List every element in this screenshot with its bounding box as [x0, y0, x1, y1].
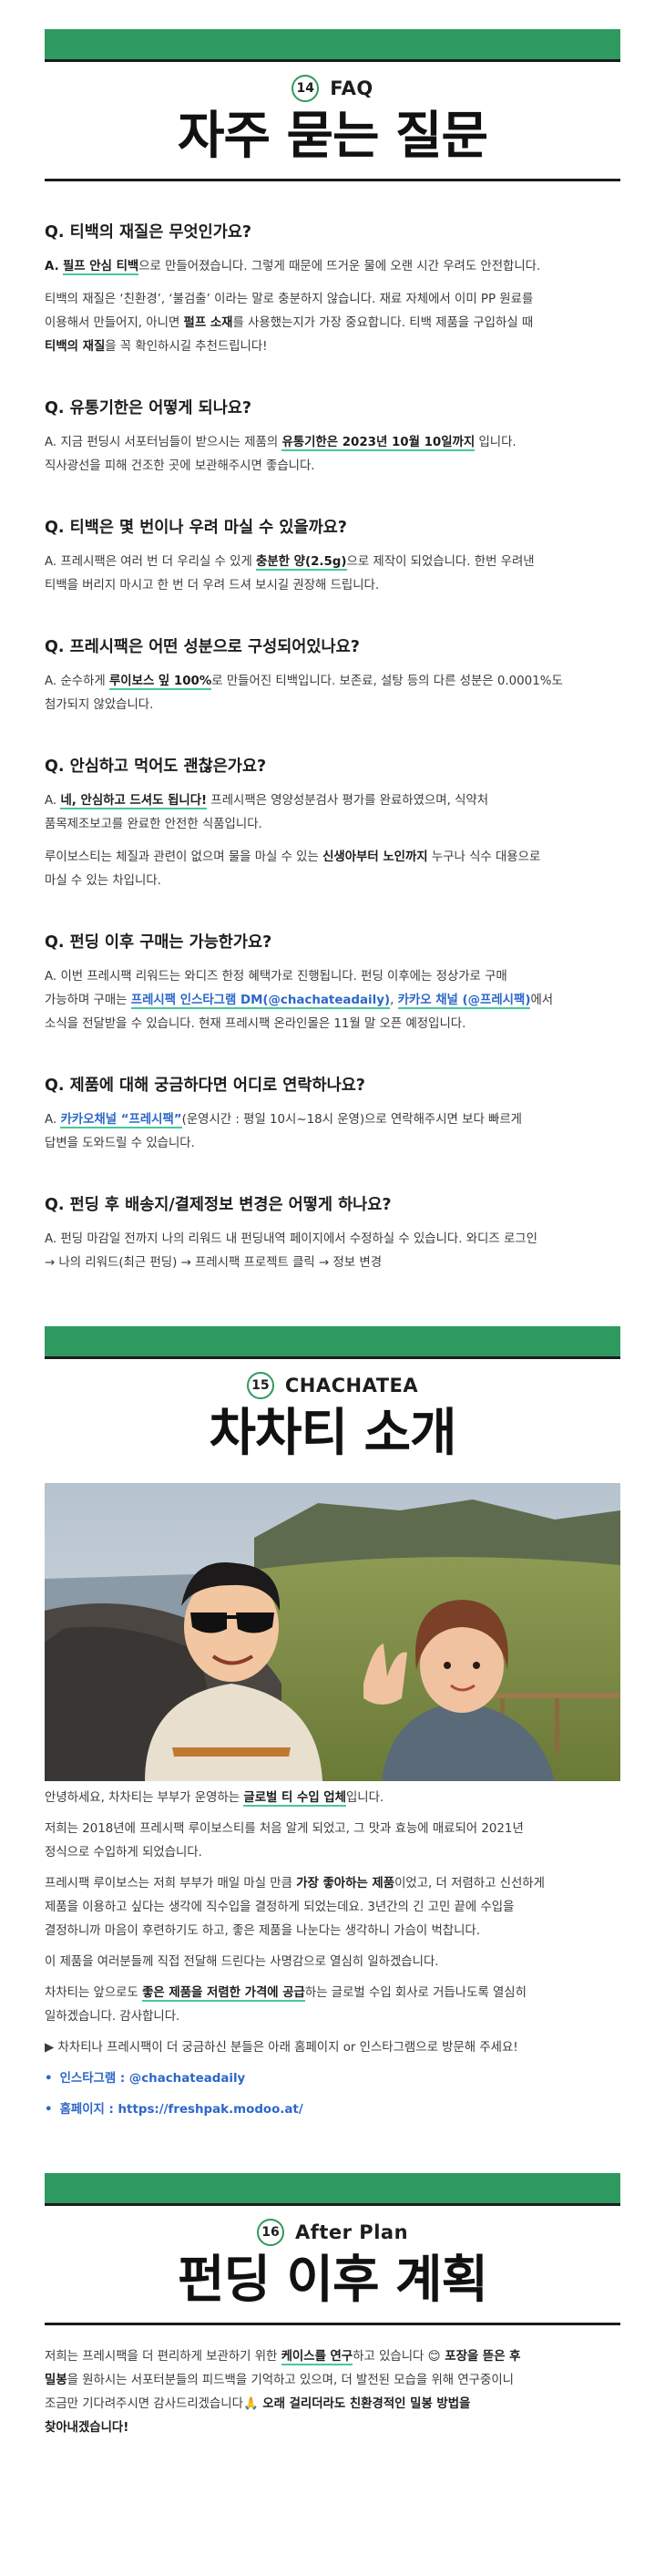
plan-header: 16 After Plan 펀딩 이후 계획 — [45, 2219, 620, 2306]
section-title: 차차티 소개 — [209, 1404, 456, 1463]
faq-answer: A. 펀딩 마감일 전까지 나의 리워드 내 펀딩내역 페이지에서 수정하실 수… — [45, 1232, 537, 1270]
section-divider-bar — [45, 1326, 620, 1359]
founders-photo — [45, 1483, 620, 1781]
faq-item-expiry: Q. 유통기한은 어떻게 되나요? A. 지금 펀딩시 서포터님들이 받으시는 … — [45, 396, 620, 479]
about-header: 15 CHACHATEA 차차티 소개 — [45, 1372, 620, 1459]
section-title: 자주 묻는 질문 — [177, 107, 488, 166]
section-kicker: CHACHATEA — [284, 1375, 419, 1396]
faq-question: Q. 티백의 재질은 무엇인가요? — [45, 223, 252, 242]
faq-answer: A. 지금 펀딩시 서포터님들이 받으시는 제품의 유통기한은 2023년 10… — [45, 436, 517, 473]
about-history: 저희는 2018년에 프레시팩 루이보스티를 처음 알게 되었고, 그 맛과 효… — [45, 1822, 524, 1860]
highlight-text: 필프 안심 티백 — [62, 260, 139, 275]
faq-item-shipping-change: Q. 펀딩 후 배송지/결제정보 변경은 어떻게 하나요? A. 펀딩 마감일 … — [45, 1192, 620, 1275]
faq-answer: A. 네, 안심하고 드셔도 됩니다! 프레시팩은 영양성분검사 평가를 완료하… — [45, 794, 489, 831]
about-mission: 이 제품을 여러분들께 직접 전달해 드린다는 사명감으로 열심히 일하겠습니다… — [45, 1955, 439, 1969]
section-number-badge: 14 — [292, 75, 320, 102]
faq-section: 14 FAQ 자주 묻는 질문 Q. 티백의 재질은 무엇인가요? A. 필프 … — [45, 0, 620, 1275]
founders-photo-image — [45, 1483, 620, 1781]
title-rule — [45, 2323, 620, 2325]
section-divider-bar — [45, 29, 620, 62]
section-number-badge: 15 — [246, 1372, 274, 1399]
instagram-link[interactable]: • 인스타그램 : @chachateadaily — [45, 2067, 620, 2091]
homepage-link[interactable]: • 홈페이지 : https://freshpak.modoo.at/ — [45, 2098, 620, 2122]
faq-answer-detail: 루이보스티는 체질과 관련이 없으며 물을 마실 수 있는 신생아부터 노인까지… — [45, 850, 541, 888]
faq-answer: A. 이번 프레시팩 리워드는 와디즈 한정 혜택가로 진행됩니다. 펀딩 이후… — [45, 970, 554, 1031]
faq-item-material: Q. 티백의 재질은 무엇인가요? A. 필프 안심 티백으로 만들어졌습니다.… — [45, 220, 620, 359]
about-body: 안녕하세요, 차차티는 부부가 운영하는 글로벌 티 수입 업체입니다. 저희는… — [45, 1787, 620, 2122]
faq-item-after-funding: Q. 펀딩 이후 구매는 가능한가요? A. 이번 프레시팩 리워드는 와디즈 … — [45, 930, 620, 1036]
about-section: 15 CHACHATEA 차차티 소개 안녕하세요, 차차티는 부부가 운영하는… — [45, 1275, 620, 2122]
kakao-channel-link[interactable]: 카카오채널 “프레시팩” — [60, 1113, 182, 1128]
plan-section: 16 After Plan 펀딩 이후 계획 저희는 프레시팩을 더 편리하게 … — [45, 2122, 620, 2440]
faq-answer: A. 필프 안심 티백으로 만들어졌습니다. 그렇게 때문에 뜨거운 물에 오랜… — [45, 260, 541, 275]
faq-item-brew-count: Q. 티백은 몇 번이나 우려 마실 수 있을까요? A. 프레시팩은 여러 번… — [45, 515, 620, 598]
section-divider-bar — [45, 2173, 620, 2206]
instagram-dm-link[interactable]: 프레시팩 인스타그램 DM(@chachateadaily) — [130, 994, 391, 1009]
pray-emoji-icon: 🙏 — [242, 2397, 259, 2411]
about-promise: 차차티는 앞으로도 좋은 제품을 저렴한 가격에 공급하는 글로벌 수입 회사로… — [45, 1986, 527, 2024]
section-number-badge: 16 — [256, 2219, 284, 2246]
about-story: 프레시팩 루이보스는 저희 부부가 매일 마실 만큼 가장 좋아하는 제품이었고… — [45, 1877, 545, 1938]
bullet-icon: • — [45, 2103, 53, 2117]
about-intro: 안녕하세요, 차차티는 부부가 운영하는 글로벌 티 수입 업체입니다. — [45, 1791, 384, 1807]
faq-item-safety: Q. 안심하고 먹어도 괜찮은가요? A. 네, 안심하고 드셔도 됩니다! 프… — [45, 754, 620, 893]
section-kicker: After Plan — [294, 2221, 409, 2243]
section-kicker: FAQ — [330, 77, 373, 99]
faq-answer: A. 카카오채널 “프레시팩”(운영시간 : 평일 10시~18시 운영)으로 … — [45, 1113, 522, 1150]
faq-question: Q. 티백은 몇 번이나 우려 마실 수 있을까요? — [45, 519, 347, 537]
section-title: 펀딩 이후 계획 — [177, 2251, 488, 2310]
bullet-icon: • — [45, 2072, 53, 2086]
faq-answer-detail: 티백의 재질은 ‘친환경’, ‘불검출’ 이라는 말로 충분하지 않습니다. 재… — [45, 293, 534, 354]
faq-question: Q. 안심하고 먹어도 괜찮은가요? — [45, 757, 267, 776]
faq-question: Q. 프레시팩은 어떤 성분으로 구성되어있나요? — [45, 638, 360, 656]
title-rule — [45, 179, 620, 181]
faq-item-contact: Q. 제품에 대해 궁금하다면 어디로 연락하나요? A. 카카오채널 “프레시… — [45, 1073, 620, 1156]
about-visit-cta: ▶ 차차티나 프레시팩이 더 궁금하신 분들은 아래 홈페이지 or 인스타그램… — [45, 2041, 518, 2055]
faq-question: Q. 유통기한은 어떻게 되나요? — [45, 399, 252, 417]
faq-question: Q. 펀딩 이후 구매는 가능한가요? — [45, 933, 272, 952]
faq-question: Q. 제품에 대해 궁금하다면 어디로 연락하나요? — [45, 1077, 365, 1095]
faq-header: 14 FAQ 자주 묻는 질문 — [45, 75, 620, 162]
faq-answer: A. 프레시팩은 여러 번 더 우리실 수 있게 충분한 양(2.5g)으로 제… — [45, 555, 535, 592]
plan-body: 저희는 프레시팩을 더 편리하게 보관하기 위한 케이스를 연구하고 있습니다 … — [45, 2350, 521, 2435]
smile-emoji-icon: 😊 — [427, 2350, 441, 2364]
faq-question: Q. 펀딩 후 배송지/결제정보 변경은 어떻게 하나요? — [45, 1196, 392, 1214]
faq-answer: A. 순수하게 루이보스 잎 100%로 만들어진 티백입니다. 보존료, 설탕… — [45, 675, 563, 712]
faq-item-ingredients: Q. 프레시팩은 어떤 성분으로 구성되어있나요? A. 순수하게 루이보스 잎… — [45, 634, 620, 717]
kakao-channel-link[interactable]: 카카오 채널 (@프레시팩) — [397, 994, 531, 1009]
